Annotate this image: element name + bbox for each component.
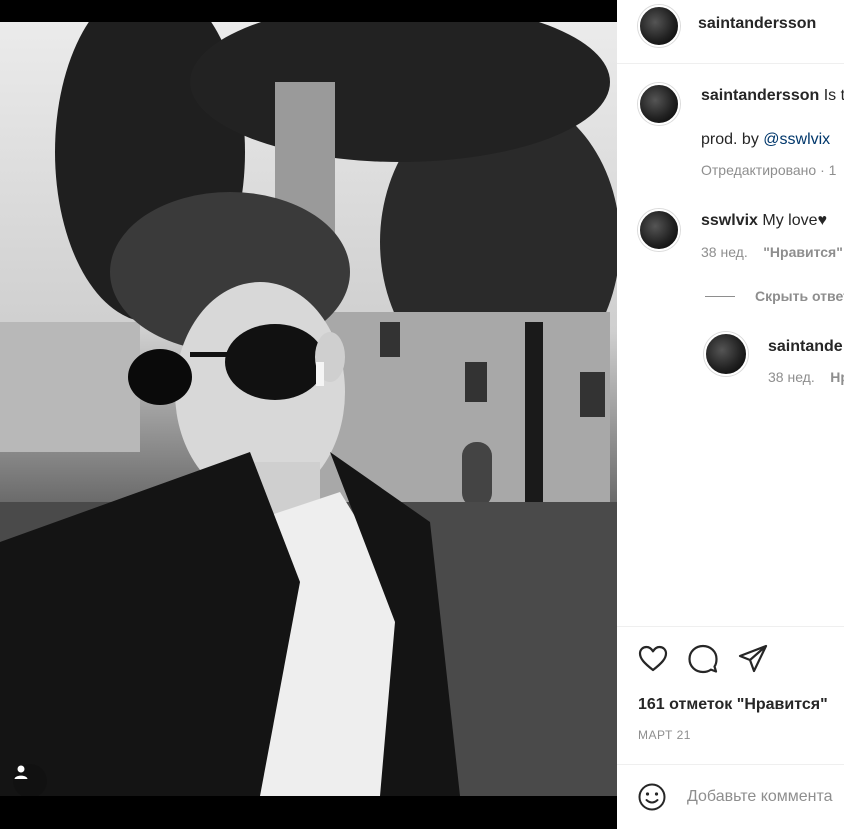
comment-icon [688,644,718,674]
caption-edited-meta: Отредактировано · 1 [701,162,837,178]
emoji-button[interactable] [637,782,667,812]
add-comment-input[interactable]: Добавьте коммента [687,788,833,806]
caption-avatar[interactable] [638,83,680,125]
like-button[interactable] [637,643,669,675]
author-username[interactable]: saintandersson [698,15,816,33]
user-icon [14,765,28,779]
heart-icon [638,645,668,672]
reply-likes-button[interactable]: Нр [830,369,844,385]
photo-illustration [0,22,617,796]
actions-divider [617,626,844,627]
reply-time[interactable]: 38 нед. [768,369,815,385]
reply-avatar[interactable] [704,332,748,376]
author-avatar[interactable] [638,5,680,47]
comment-button[interactable] [687,643,719,675]
share-icon [738,644,768,673]
credit-prefix: prod. by [701,131,759,148]
hide-replies-button[interactable]: Скрыть ответ [755,288,844,304]
post-side-panel: saintandersson saintandersson Is t prod.… [617,0,844,829]
post-date[interactable]: МАРТ 21 [638,728,691,742]
caption-credit: prod. by @sswlvix [701,131,830,149]
caption-text: Is t [823,87,844,104]
likes-count[interactable]: 161 отметок "Нравится" [638,696,828,714]
header-divider [617,63,844,64]
comment-author[interactable]: sswlvix [701,212,758,229]
hide-replies-line [705,296,735,297]
comment-box-divider [617,764,844,765]
user-tag-button[interactable] [13,764,47,796]
comment-avatar[interactable] [638,209,680,251]
emoji-icon [638,783,666,811]
comment-line: sswlvix My love♥ [701,212,827,230]
credit-mention-link[interactable]: @sswlvix [763,131,830,148]
post-photo[interactable] [0,22,617,796]
caption-line: saintandersson Is t [701,87,844,105]
comment-time[interactable]: 38 нед. [701,244,748,260]
comment-meta: 38 нед. "Нравится": [701,244,844,260]
caption-author[interactable]: saintandersson [701,87,819,104]
comment-likes-button[interactable]: "Нравится": [763,244,844,260]
comment-text: My love♥ [762,212,828,229]
reply-meta: 38 нед. Нр [768,369,844,385]
reply-author[interactable]: saintande [768,338,843,356]
share-button[interactable] [737,643,769,675]
